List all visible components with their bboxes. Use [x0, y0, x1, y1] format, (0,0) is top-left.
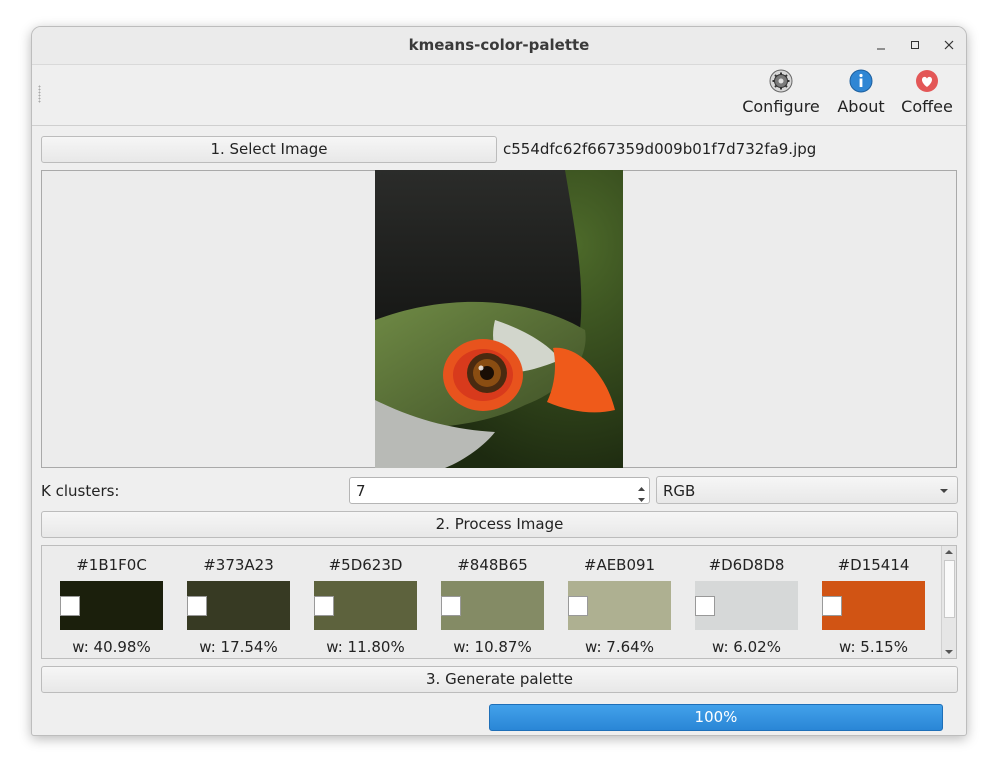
color-swatch	[441, 581, 544, 630]
scroll-up-icon[interactable]	[942, 546, 956, 558]
about-button[interactable]: About	[832, 69, 890, 116]
about-label: About	[837, 97, 885, 116]
color-swatch	[568, 581, 671, 630]
k-clusters-value: 7	[356, 482, 366, 500]
color-swatch	[314, 581, 417, 630]
title-bar[interactable]: kmeans-color-palette	[32, 27, 966, 65]
palette-color-item: #5D623D w: 11.80%	[314, 546, 417, 656]
process-image-button[interactable]: 2. Process Image	[41, 511, 958, 538]
palette-panel: #1B1F0C w: 40.98% #373A23 w: 17.54% #5D623D w…	[41, 545, 957, 659]
color-weight-label: w: 10.87%	[453, 638, 532, 656]
color-checkbox[interactable]	[60, 596, 80, 616]
palette-color-item: #373A23 w: 17.54%	[187, 546, 290, 656]
scroll-down-icon[interactable]	[942, 646, 956, 658]
minimize-button[interactable]	[870, 35, 892, 55]
bird-image	[375, 170, 623, 468]
selected-filename: c554dfc62f667359d009b01f7d732fa9.jpg	[503, 140, 817, 158]
coffee-label: Coffee	[901, 97, 953, 116]
color-checkbox[interactable]	[314, 596, 334, 616]
color-swatch	[695, 581, 798, 630]
color-swatch	[822, 581, 925, 630]
color-checkbox[interactable]	[187, 596, 207, 616]
color-swatch	[60, 581, 163, 630]
palette-color-item: #1B1F0C w: 40.98%	[60, 546, 163, 656]
color-weight-label: w: 5.15%	[839, 638, 908, 656]
close-icon	[944, 40, 954, 50]
app-window: kmeans-color-palette Configure About Cof…	[31, 26, 967, 736]
toolbar: Configure About Coffee	[32, 65, 966, 126]
spin-up-button[interactable]	[636, 480, 647, 491]
palette-color-item: #848B65 w: 10.87%	[441, 546, 544, 656]
color-hex-label: #1B1F0C	[76, 556, 147, 574]
chevron-down-icon	[940, 489, 948, 493]
color-hex-label: #AEB091	[583, 556, 656, 574]
k-clusters-label: K clusters:	[41, 482, 120, 500]
close-button[interactable]	[938, 35, 960, 55]
color-swatch	[187, 581, 290, 630]
palette-color-item: #D15414 w: 5.15%	[822, 546, 925, 656]
color-weight-label: w: 11.80%	[326, 638, 405, 656]
color-space-value: RGB	[663, 482, 696, 500]
color-hex-label: #D6D8D8	[708, 556, 785, 574]
palette-scrollbar[interactable]	[941, 546, 956, 658]
info-icon	[849, 69, 873, 93]
color-checkbox[interactable]	[695, 596, 715, 616]
configure-label: Configure	[742, 97, 820, 116]
color-checkbox[interactable]	[441, 596, 461, 616]
maximize-button[interactable]	[904, 35, 926, 55]
maximize-icon	[911, 41, 919, 49]
scroll-thumb[interactable]	[944, 560, 955, 618]
color-checkbox[interactable]	[568, 596, 588, 616]
image-preview	[41, 170, 957, 468]
color-checkbox[interactable]	[822, 596, 842, 616]
color-space-select[interactable]: RGB	[656, 476, 958, 504]
heart-icon	[916, 70, 938, 92]
gear-icon	[769, 69, 793, 93]
color-weight-label: w: 40.98%	[72, 638, 151, 656]
palette-color-item: #D6D8D8 w: 6.02%	[695, 546, 798, 656]
color-weight-label: w: 7.64%	[585, 638, 654, 656]
select-image-button[interactable]: 1. Select Image	[41, 136, 497, 163]
progress-label: 100%	[694, 708, 738, 726]
minimize-icon	[877, 48, 885, 50]
color-weight-label: w: 17.54%	[199, 638, 278, 656]
progress-bar: 100%	[489, 704, 943, 731]
color-hex-label: #5D623D	[328, 556, 403, 574]
spin-down-button[interactable]	[636, 491, 647, 502]
color-hex-label: #D15414	[837, 556, 910, 574]
arrow-down-icon	[638, 498, 645, 502]
generate-palette-button[interactable]: 3. Generate palette	[41, 666, 958, 693]
coffee-button[interactable]: Coffee	[898, 69, 956, 116]
color-hex-label: #373A23	[203, 556, 274, 574]
color-weight-label: w: 6.02%	[712, 638, 781, 656]
toolbar-grip[interactable]	[38, 85, 41, 103]
k-clusters-spinbox[interactable]: 7	[349, 477, 650, 504]
color-hex-label: #848B65	[457, 556, 528, 574]
palette-color-item: #AEB091 w: 7.64%	[568, 546, 671, 656]
window-title: kmeans-color-palette	[408, 36, 590, 54]
configure-button[interactable]: Configure	[741, 69, 821, 116]
